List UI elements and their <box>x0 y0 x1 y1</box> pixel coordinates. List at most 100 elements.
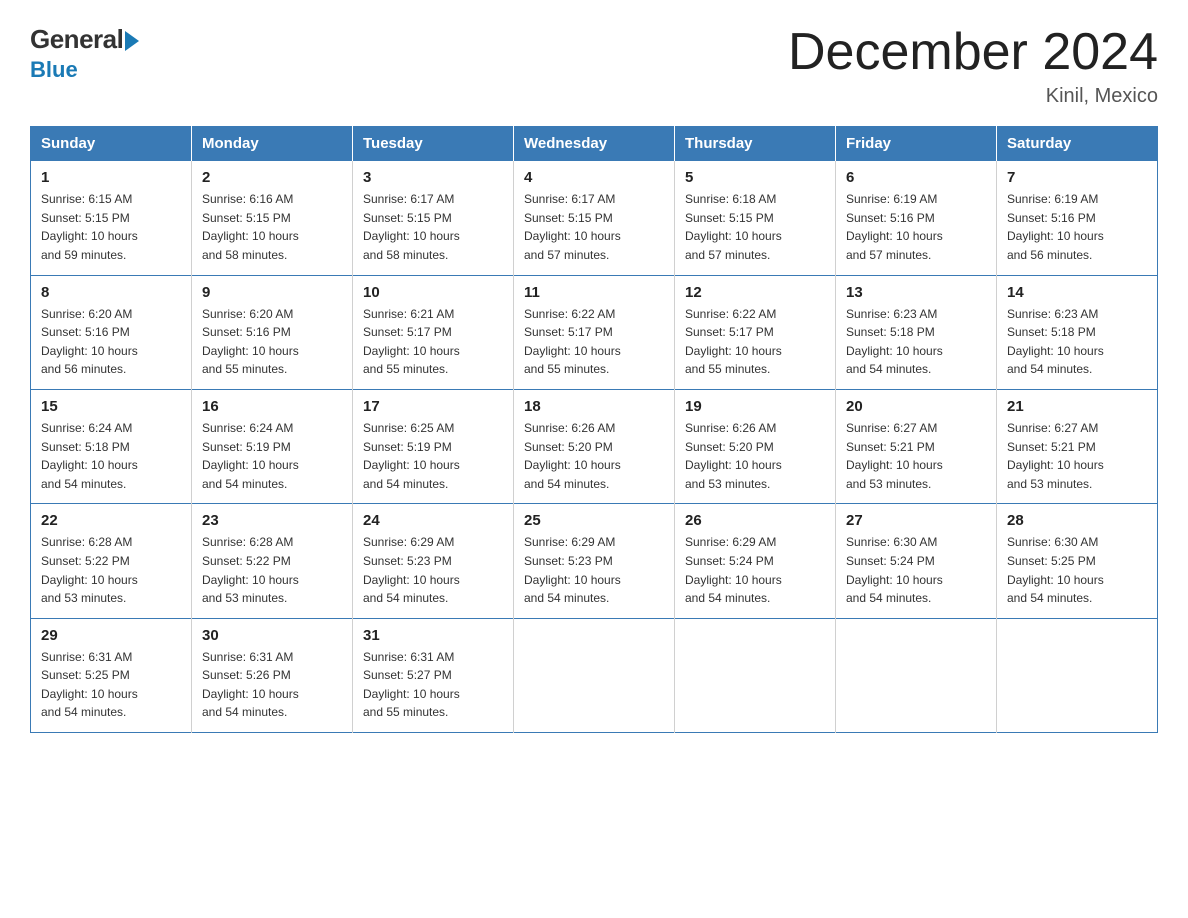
day-info: Sunrise: 6:25 AMSunset: 5:19 PMDaylight:… <box>363 419 503 493</box>
day-info: Sunrise: 6:23 AMSunset: 5:18 PMDaylight:… <box>1007 305 1147 379</box>
day-number: 10 <box>363 284 503 301</box>
day-number: 31 <box>363 627 503 644</box>
calendar-day-cell: 5 Sunrise: 6:18 AMSunset: 5:15 PMDaylight… <box>675 161 836 275</box>
calendar-day-cell: 4 Sunrise: 6:17 AMSunset: 5:15 PMDaylight… <box>514 161 675 275</box>
calendar-week-row: 29 Sunrise: 6:31 AMSunset: 5:25 PMDayligh… <box>31 618 1158 732</box>
day-info: Sunrise: 6:28 AMSunset: 5:22 PMDaylight:… <box>202 533 342 607</box>
calendar-day-cell: 11 Sunrise: 6:22 AMSunset: 5:17 PMDayligh… <box>514 275 675 389</box>
title-block: December 2024 Kinil, Mexico <box>788 24 1158 108</box>
calendar-day-cell: 24Sunrise: 6:29 AMSunset: 5:23 PMDayligh… <box>353 504 514 618</box>
day-number: 7 <box>1007 169 1147 186</box>
day-info: Sunrise: 6:27 AMSunset: 5:21 PMDaylight:… <box>1007 419 1147 493</box>
calendar-day-cell: 25 Sunrise: 6:29 AMSunset: 5:23 PMDayligh… <box>514 504 675 618</box>
day-number: 6 <box>846 169 986 186</box>
day-info: Sunrise: 6:31 AMSunset: 5:25 PMDaylight:… <box>41 648 181 722</box>
day-info: Sunrise: 6:24 AMSunset: 5:18 PMDaylight:… <box>41 419 181 493</box>
day-number: 25 <box>524 512 664 529</box>
day-info: Sunrise: 6:22 AMSunset: 5:17 PMDaylight:… <box>524 305 664 379</box>
day-number: 18 <box>524 398 664 415</box>
day-info: Sunrise: 6:30 AMSunset: 5:24 PMDaylight:… <box>846 533 986 607</box>
day-info: Sunrise: 6:20 AMSunset: 5:16 PMDaylight:… <box>41 305 181 379</box>
day-number: 30 <box>202 627 342 644</box>
day-number: 19 <box>685 398 825 415</box>
calendar-week-row: 1 Sunrise: 6:15 AMSunset: 5:15 PMDaylight… <box>31 161 1158 275</box>
calendar-day-cell: 18Sunrise: 6:26 AMSunset: 5:20 PMDayligh… <box>514 389 675 503</box>
day-number: 29 <box>41 627 181 644</box>
calendar-day-cell: 19 Sunrise: 6:26 AMSunset: 5:20 PMDayligh… <box>675 389 836 503</box>
calendar-day-cell: 17Sunrise: 6:25 AMSunset: 5:19 PMDayligh… <box>353 389 514 503</box>
calendar-week-row: 22 Sunrise: 6:28 AMSunset: 5:22 PMDayligh… <box>31 504 1158 618</box>
day-number: 8 <box>41 284 181 301</box>
calendar-day-cell: 12Sunrise: 6:22 AMSunset: 5:17 PMDayligh… <box>675 275 836 389</box>
calendar-day-header: Monday <box>192 127 353 161</box>
logo: General Blue <box>30 24 139 83</box>
calendar-week-row: 15 Sunrise: 6:24 AMSunset: 5:18 PMDayligh… <box>31 389 1158 503</box>
day-number: 11 <box>524 284 664 301</box>
calendar-day-cell: 9Sunrise: 6:20 AMSunset: 5:16 PMDaylight… <box>192 275 353 389</box>
calendar-day-cell: 22 Sunrise: 6:28 AMSunset: 5:22 PMDayligh… <box>31 504 192 618</box>
day-info: Sunrise: 6:19 AMSunset: 5:16 PMDaylight:… <box>1007 190 1147 264</box>
day-info: Sunrise: 6:16 AMSunset: 5:15 PMDaylight:… <box>202 190 342 264</box>
day-number: 24 <box>363 512 503 529</box>
day-info: Sunrise: 6:23 AMSunset: 5:18 PMDaylight:… <box>846 305 986 379</box>
day-number: 16 <box>202 398 342 415</box>
calendar-day-cell: 13 Sunrise: 6:23 AMSunset: 5:18 PMDayligh… <box>836 275 997 389</box>
calendar-day-cell: 8 Sunrise: 6:20 AMSunset: 5:16 PMDaylight… <box>31 275 192 389</box>
day-number: 20 <box>846 398 986 415</box>
day-info: Sunrise: 6:15 AMSunset: 5:15 PMDaylight:… <box>41 190 181 264</box>
day-info: Sunrise: 6:29 AMSunset: 5:24 PMDaylight:… <box>685 533 825 607</box>
day-info: Sunrise: 6:31 AMSunset: 5:27 PMDaylight:… <box>363 648 503 722</box>
calendar-day-header: Wednesday <box>514 127 675 161</box>
calendar-day-cell <box>514 618 675 732</box>
calendar-day-cell: 2 Sunrise: 6:16 AMSunset: 5:15 PMDaylight… <box>192 161 353 275</box>
day-info: Sunrise: 6:27 AMSunset: 5:21 PMDaylight:… <box>846 419 986 493</box>
logo-blue-text: Blue <box>30 57 78 83</box>
calendar-day-cell: 31 Sunrise: 6:31 AMSunset: 5:27 PMDayligh… <box>353 618 514 732</box>
day-number: 21 <box>1007 398 1147 415</box>
month-title: December 2024 <box>788 24 1158 81</box>
calendar-day-cell: 21 Sunrise: 6:27 AMSunset: 5:21 PMDayligh… <box>997 389 1158 503</box>
calendar-day-cell <box>836 618 997 732</box>
day-number: 15 <box>41 398 181 415</box>
calendar-day-cell: 16 Sunrise: 6:24 AMSunset: 5:19 PMDayligh… <box>192 389 353 503</box>
day-info: Sunrise: 6:18 AMSunset: 5:15 PMDaylight:… <box>685 190 825 264</box>
calendar-day-header: Saturday <box>997 127 1158 161</box>
day-info: Sunrise: 6:21 AMSunset: 5:17 PMDaylight:… <box>363 305 503 379</box>
day-info: Sunrise: 6:17 AMSunset: 5:15 PMDaylight:… <box>524 190 664 264</box>
calendar-day-cell: 20 Sunrise: 6:27 AMSunset: 5:21 PMDayligh… <box>836 389 997 503</box>
day-number: 2 <box>202 169 342 186</box>
day-info: Sunrise: 6:26 AMSunset: 5:20 PMDaylight:… <box>685 419 825 493</box>
day-number: 13 <box>846 284 986 301</box>
day-number: 22 <box>41 512 181 529</box>
calendar-day-cell: 10 Sunrise: 6:21 AMSunset: 5:17 PMDayligh… <box>353 275 514 389</box>
logo-general-text: General <box>30 24 123 55</box>
calendar-day-cell: 1 Sunrise: 6:15 AMSunset: 5:15 PMDaylight… <box>31 161 192 275</box>
calendar-day-cell: 15 Sunrise: 6:24 AMSunset: 5:18 PMDayligh… <box>31 389 192 503</box>
day-info: Sunrise: 6:31 AMSunset: 5:26 PMDaylight:… <box>202 648 342 722</box>
day-info: Sunrise: 6:29 AMSunset: 5:23 PMDaylight:… <box>524 533 664 607</box>
day-info: Sunrise: 6:28 AMSunset: 5:22 PMDaylight:… <box>41 533 181 607</box>
day-number: 14 <box>1007 284 1147 301</box>
location-label: Kinil, Mexico <box>788 85 1158 108</box>
day-number: 4 <box>524 169 664 186</box>
logo-triangle-icon <box>125 31 139 51</box>
calendar-day-cell: 26Sunrise: 6:29 AMSunset: 5:24 PMDayligh… <box>675 504 836 618</box>
day-info: Sunrise: 6:24 AMSunset: 5:19 PMDaylight:… <box>202 419 342 493</box>
calendar-day-cell: 30 Sunrise: 6:31 AMSunset: 5:26 PMDayligh… <box>192 618 353 732</box>
day-number: 27 <box>846 512 986 529</box>
day-info: Sunrise: 6:22 AMSunset: 5:17 PMDaylight:… <box>685 305 825 379</box>
calendar-table: SundayMondayTuesdayWednesdayThursdayFrid… <box>30 126 1158 733</box>
calendar-day-cell: 3Sunrise: 6:17 AMSunset: 5:15 PMDaylight… <box>353 161 514 275</box>
calendar-day-cell: 6 Sunrise: 6:19 AMSunset: 5:16 PMDaylight… <box>836 161 997 275</box>
calendar-header-row: SundayMondayTuesdayWednesdayThursdayFrid… <box>31 127 1158 161</box>
calendar-day-cell <box>675 618 836 732</box>
calendar-day-cell: 23Sunrise: 6:28 AMSunset: 5:22 PMDayligh… <box>192 504 353 618</box>
day-info: Sunrise: 6:30 AMSunset: 5:25 PMDaylight:… <box>1007 533 1147 607</box>
day-info: Sunrise: 6:19 AMSunset: 5:16 PMDaylight:… <box>846 190 986 264</box>
day-info: Sunrise: 6:20 AMSunset: 5:16 PMDaylight:… <box>202 305 342 379</box>
page-header: General Blue December 2024 Kinil, Mexico <box>30 24 1158 108</box>
calendar-day-cell: 28Sunrise: 6:30 AMSunset: 5:25 PMDayligh… <box>997 504 1158 618</box>
day-info: Sunrise: 6:17 AMSunset: 5:15 PMDaylight:… <box>363 190 503 264</box>
day-number: 1 <box>41 169 181 186</box>
day-number: 5 <box>685 169 825 186</box>
